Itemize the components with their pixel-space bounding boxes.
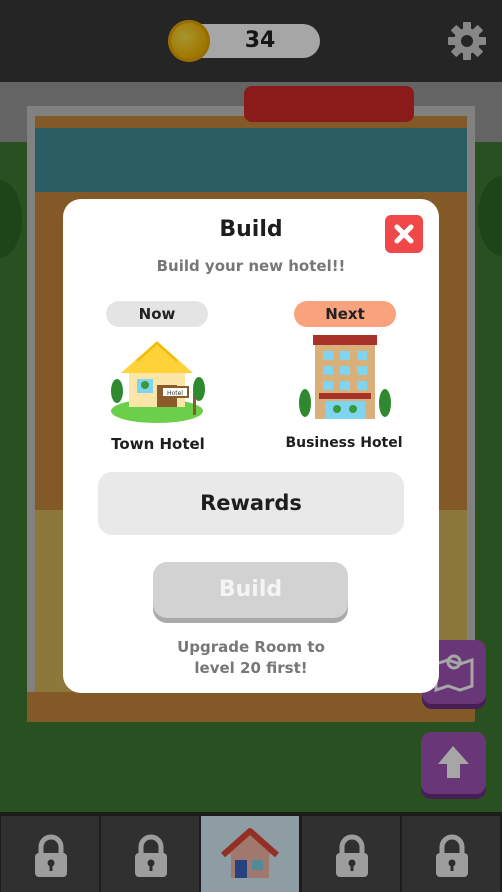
hint-line-1: Upgrade Room to: [177, 638, 325, 656]
current-hotel-name: Town Hotel: [111, 435, 205, 453]
next-tag: Next: [294, 301, 396, 327]
hint-line-2: level 20 first!: [194, 659, 308, 677]
town-hotel-icon: Hotel: [111, 341, 205, 423]
build-label: Build: [218, 577, 283, 602]
svg-text:Hotel: Hotel: [167, 390, 183, 397]
rewards-label: Rewards: [200, 491, 302, 515]
next-hotel-name: Business Hotel: [285, 435, 403, 451]
build-button[interactable]: Build: [153, 562, 348, 618]
dialog-subtitle: Build your new hotel!!: [156, 257, 346, 275]
close-icon: [394, 224, 414, 244]
business-hotel-icon: [299, 335, 391, 419]
rewards-button[interactable]: Rewards: [98, 472, 404, 535]
upgrade-hint: Upgrade Room to level 20 first!: [63, 637, 439, 679]
now-tag: Now: [106, 301, 208, 327]
close-button[interactable]: [385, 215, 423, 253]
build-dialog: Build Build your new hotel!! Now Next Ho…: [63, 199, 439, 693]
dialog-title: Build: [219, 217, 283, 242]
